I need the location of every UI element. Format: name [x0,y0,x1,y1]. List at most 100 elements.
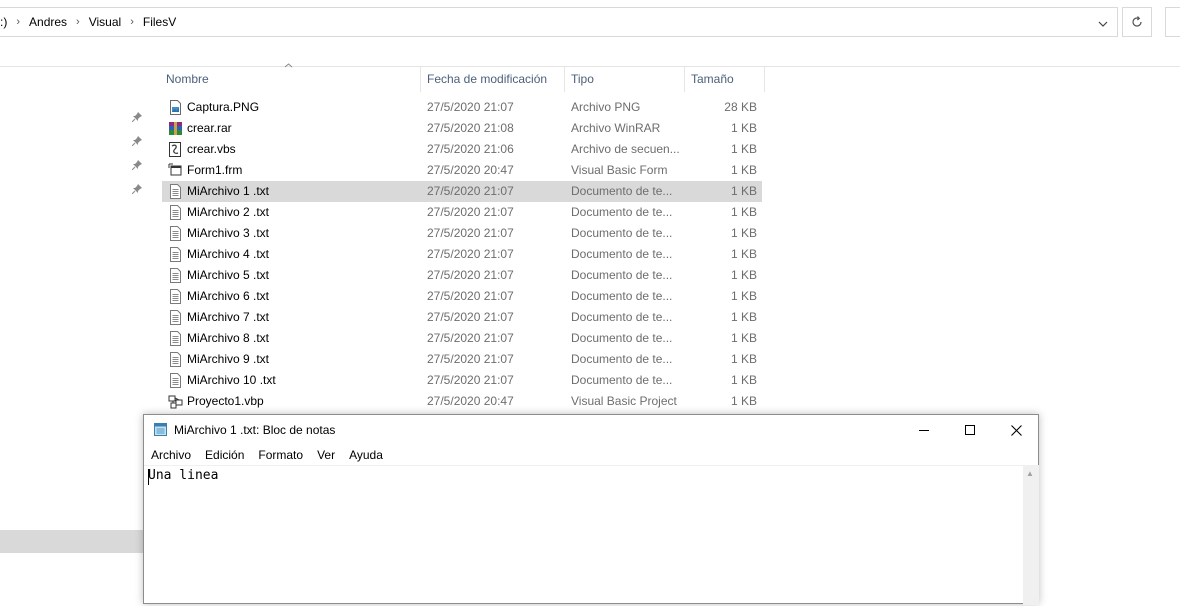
file-row[interactable]: crear.rar 27/5/2020 21:08 Archivo WinRAR 1 … [162,118,762,139]
breadcrumb-item-andres[interactable]: Andres [25,8,71,36]
breadcrumb-item-filesv[interactable]: FilesV [139,8,180,36]
notepad-window: MiArchivo 1 .txt: Bloc de notas Archivo … [143,414,1039,606]
pin-icon[interactable] [131,160,143,172]
text-file-icon [168,247,183,262]
file-type: Visual Basic Project [571,394,677,408]
breadcrumb: :) › Andres › Visual › FilesV [0,8,180,36]
file-name: MiArchivo 7 .txt [187,310,270,324]
file-row[interactable]: MiArchivo 1 .txt 27/5/2020 21:07 Documento… [162,181,762,202]
close-icon [1010,424,1022,436]
address-history-dropdown[interactable] [1094,16,1112,32]
file-row[interactable]: Captura.PNG 27/5/2020 21:07 Archivo PNG 28 … [162,97,762,118]
pin-icon[interactable] [131,112,143,124]
file-name: Captura.PNG [187,100,260,114]
file-row[interactable]: MiArchivo 5 .txt 27/5/2020 21:07 Documento… [162,265,762,286]
file-type: Documento de te... [571,226,673,240]
menu-ver[interactable]: Ver [310,445,342,465]
file-size: 1 KB [730,142,757,156]
text-file-icon [168,205,183,220]
file-type: Archivo de secuen... [571,142,680,156]
file-row[interactable]: MiArchivo 7 .txt 27/5/2020 21:07 Documento… [162,307,762,328]
file-row[interactable]: MiArchivo 9 .txt 27/5/2020 21:07 Documento… [162,349,762,370]
file-type: Archivo WinRAR [571,121,661,135]
file-date: 27/5/2020 21:07 [427,184,514,198]
file-date: 27/5/2020 21:07 [427,373,514,387]
file-date: 27/5/2020 21:07 [427,352,514,366]
chevron-right-icon[interactable]: › [125,8,139,36]
file-name: MiArchivo 1 .txt [187,184,270,198]
file-date: 27/5/2020 21:06 [427,142,514,156]
file-size: 1 KB [730,268,757,282]
file-type: Archivo PNG [571,100,641,114]
file-size: 1 KB [730,289,757,303]
chevron-right-icon[interactable]: › [11,8,25,36]
file-size: 1 KB [730,310,757,324]
file-size: 1 KB [730,247,757,261]
file-date: 27/5/2020 20:47 [427,163,514,177]
file-date: 27/5/2020 21:07 [427,226,514,240]
notepad-text-area[interactable]: Una linea [144,465,1023,606]
file-size: 1 KB [730,226,757,240]
file-name: MiArchivo 5 .txt [187,268,270,282]
notepad-title: MiArchivo 1 .txt: Bloc de notas [174,423,336,437]
menu-edicion[interactable]: Edición [198,445,251,465]
file-name: MiArchivo 2 .txt [187,205,270,219]
maximize-button[interactable] [947,415,993,445]
notepad-menu-bar: Archivo Edición Formato Ver Ayuda [144,445,390,465]
file-row[interactable]: MiArchivo 6 .txt 27/5/2020 21:07 Documento… [162,286,762,307]
scroll-up-icon[interactable]: ▲ [1026,469,1034,478]
file-date: 27/5/2020 21:07 [427,205,514,219]
file-type: Documento de te... [571,205,673,219]
file-date: 27/5/2020 21:07 [427,310,514,324]
nav-pane-selected-item[interactable] [0,530,144,553]
pin-icon[interactable] [131,184,143,196]
menu-archivo[interactable]: Archivo [144,445,198,465]
file-row[interactable]: MiArchivo 3 .txt 27/5/2020 21:07 Documento… [162,223,762,244]
menu-formato[interactable]: Formato [251,445,310,465]
refresh-button[interactable] [1122,7,1152,37]
column-header-size[interactable]: Tamaño [686,66,765,92]
file-name: MiArchivo 4 .txt [187,247,270,261]
breadcrumb-drive[interactable]: :) [0,8,11,36]
file-name: MiArchivo 10 .txt [187,373,276,387]
file-row[interactable]: MiArchivo 4 .txt 27/5/2020 21:07 Documento… [162,244,762,265]
file-row[interactable]: Form1.frm 27/5/2020 20:47 Visual Basic For… [162,160,762,181]
file-date: 27/5/2020 21:08 [427,121,514,135]
file-date: 27/5/2020 20:47 [427,394,514,408]
minimize-icon [919,430,929,431]
file-row[interactable]: MiArchivo 8 .txt 27/5/2020 21:07 Documento… [162,328,762,349]
file-size: 1 KB [730,205,757,219]
minimize-button[interactable] [901,415,947,445]
file-row[interactable]: crear.vbs 27/5/2020 21:06 Archivo de secue… [162,139,762,160]
text-file-icon [168,289,183,304]
file-row[interactable]: MiArchivo 2 .txt 27/5/2020 21:07 Documento… [162,202,762,223]
file-type: Documento de te... [571,289,673,303]
chevron-right-icon[interactable]: › [71,8,85,36]
file-size: 28 KB [724,100,757,114]
file-name: crear.vbs [187,142,236,156]
column-header-type[interactable]: Tipo [566,66,685,92]
column-header-name[interactable]: Nombre [161,66,421,92]
file-row[interactable]: MiArchivo 10 .txt 27/5/2020 21:07 Document… [162,370,762,391]
text-file-icon [168,226,183,241]
menu-ayuda[interactable]: Ayuda [342,445,390,465]
file-date: 27/5/2020 21:07 [427,247,514,261]
address-bar[interactable]: :) › Andres › Visual › FilesV [0,7,1118,37]
notepad-title-bar[interactable]: MiArchivo 1 .txt: Bloc de notas [144,415,1038,445]
pin-icon[interactable] [131,136,143,148]
text-file-icon [168,268,183,283]
file-type: Documento de te... [571,352,673,366]
column-header-date[interactable]: Fecha de modificación [422,66,565,92]
breadcrumb-item-visual[interactable]: Visual [85,8,125,36]
file-type: Visual Basic Form [571,163,668,177]
text-file-icon [168,373,183,388]
file-row[interactable]: Proyecto1.vbp 27/5/2020 20:47 Visual Basic… [162,391,762,412]
file-size: 1 KB [730,121,757,135]
text-file-icon [168,352,183,367]
search-box[interactable] [1165,7,1180,37]
file-date: 27/5/2020 21:07 [427,100,514,114]
vertical-scrollbar[interactable]: ▲ [1023,465,1039,605]
file-name: Form1.frm [187,163,243,177]
close-button[interactable] [993,415,1039,445]
text-file-icon [168,331,183,346]
